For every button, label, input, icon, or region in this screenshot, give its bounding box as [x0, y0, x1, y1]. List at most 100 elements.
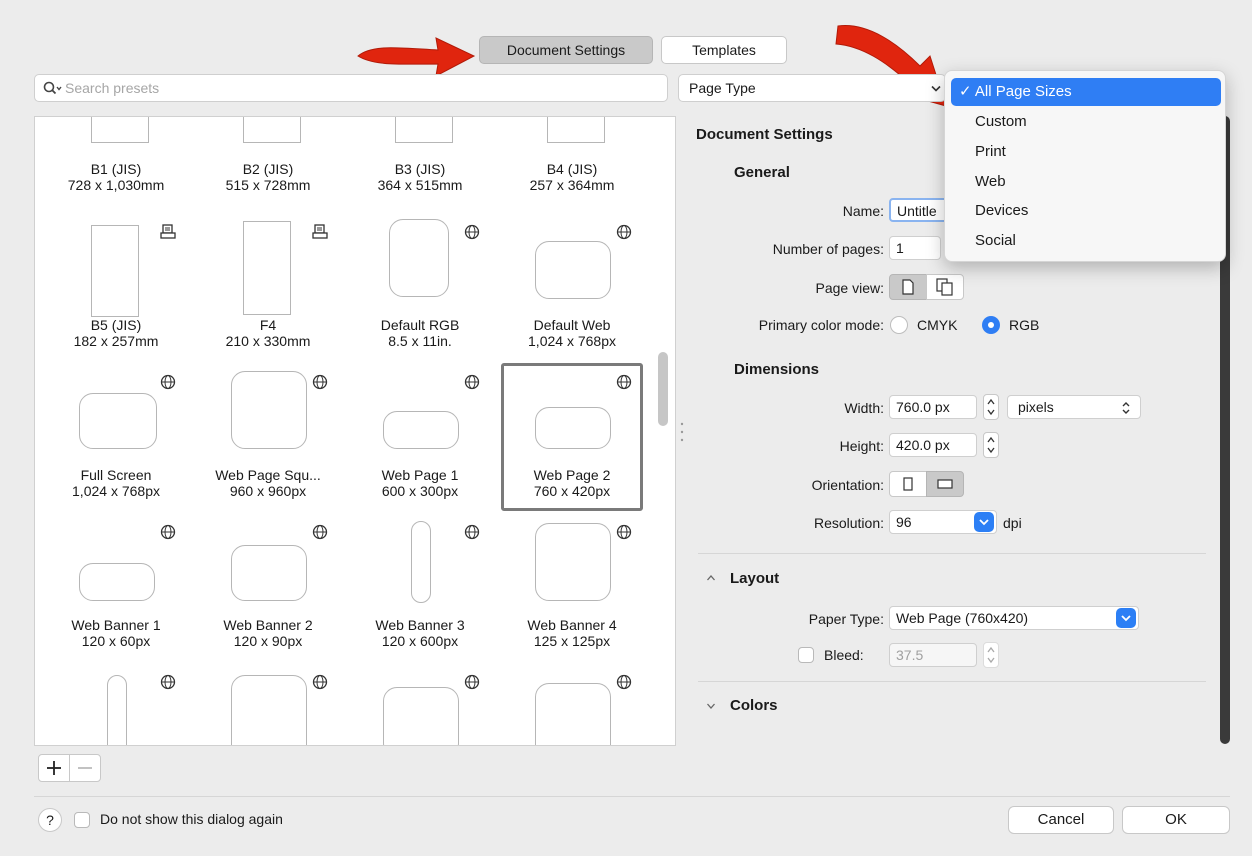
preset-name: Web Banner 3	[375, 617, 465, 633]
chevron-down-icon	[1121, 615, 1131, 622]
search-field[interactable]	[34, 74, 668, 102]
menu-item-web[interactable]: Web	[951, 168, 1221, 196]
orientation-label: Orientation:	[811, 477, 884, 493]
preset-thumbnail	[107, 675, 127, 745]
preset-item[interactable]: F4 210 x 330mm	[197, 213, 339, 361]
bleed-field[interactable]: 37.5	[889, 643, 977, 667]
stepper-arrows-icon	[987, 646, 995, 664]
name-field[interactable]: Untitle	[889, 198, 949, 222]
preset-item[interactable]: B4 (JIS) 257 x 364mm	[501, 157, 643, 197]
dont-show-checkbox[interactable]	[74, 812, 90, 828]
preset-name: Web Page 2	[533, 467, 611, 483]
menu-item-custom[interactable]: Custom	[951, 108, 1221, 136]
width-stepper[interactable]	[983, 394, 999, 420]
cmyk-radio[interactable]	[890, 316, 908, 334]
stepper-arrows-icon	[987, 436, 995, 454]
portrait-icon	[903, 477, 913, 491]
pages-label: Number of pages:	[772, 241, 884, 257]
rgb-label: RGB	[1009, 317, 1040, 333]
preset-item[interactable]: Full Screen 1,024 x 768px	[45, 363, 187, 511]
dont-show-label: Do not show this dialog again	[100, 811, 283, 827]
layout-heading[interactable]: Layout	[730, 570, 779, 587]
globe-icon	[464, 524, 480, 540]
page-view-label: Page view:	[815, 280, 884, 296]
preset-scrollbar[interactable]	[658, 352, 668, 426]
preset-item[interactable]	[197, 663, 339, 745]
cmyk-label: CMYK	[917, 317, 958, 333]
paper-type-dropdown-button[interactable]	[1116, 608, 1136, 628]
height-stepper[interactable]	[983, 432, 999, 458]
bleed-stepper[interactable]	[983, 642, 999, 668]
help-button[interactable]: ?	[38, 808, 62, 832]
globe-icon	[464, 374, 480, 390]
unit-select[interactable]: pixels	[1007, 395, 1141, 419]
preset-size: 1,024 x 768px	[72, 483, 160, 499]
preset-size: 125 x 125px	[533, 633, 611, 649]
orientation-portrait-button[interactable]	[889, 471, 927, 497]
preset-item[interactable]: Web Banner 4 125 x 125px	[501, 513, 643, 661]
globe-icon	[616, 674, 632, 690]
preset-item[interactable]: B2 (JIS) 515 x 728mm	[197, 157, 339, 197]
paper-type-select[interactable]: Web Page (760x420)	[889, 606, 1139, 630]
search-input[interactable]	[63, 78, 653, 98]
preset-item[interactable]: B3 (JIS) 364 x 515mm	[349, 157, 491, 197]
chevron-down-icon	[931, 85, 941, 92]
preset-item[interactable]: Default Web 1,024 x 768px	[501, 213, 643, 361]
printer-icon	[312, 224, 328, 239]
page-view-single-button[interactable]	[889, 274, 927, 300]
preset-item[interactable]: Web Page Squ... 960 x 960px	[197, 363, 339, 511]
preset-size: 728 x 1,030mm	[67, 177, 165, 193]
globe-icon	[616, 224, 632, 240]
ok-button[interactable]: OK	[1122, 806, 1230, 834]
add-preset-button[interactable]	[38, 754, 70, 782]
menu-item-all-page-sizes[interactable]: ✓ All Page Sizes	[951, 78, 1221, 106]
preset-item[interactable]: Web Banner 3 120 x 600px	[349, 513, 491, 661]
preset-thumbnail	[231, 371, 307, 449]
preset-item-selected[interactable]: Web Page 2 760 x 420px	[501, 363, 643, 511]
height-field[interactable]: 420.0 px	[889, 433, 977, 457]
preset-item[interactable]	[501, 663, 643, 745]
resolution-dropdown-button[interactable]	[974, 512, 994, 532]
colors-heading[interactable]: Colors	[730, 697, 778, 714]
preset-item[interactable]: B5 (JIS) 182 x 257mm	[45, 213, 187, 361]
paper-type-label: Paper Type:	[808, 611, 884, 627]
page-view-spread-button[interactable]	[926, 274, 964, 300]
stepper-arrows-icon	[987, 398, 995, 416]
preset-thumbnail	[547, 117, 605, 143]
menu-item-devices[interactable]: Devices	[951, 197, 1221, 225]
remove-preset-button[interactable]	[69, 754, 101, 782]
preset-size: 1,024 x 768px	[528, 333, 616, 349]
pages-field[interactable]: 1	[889, 236, 941, 260]
landscape-icon	[937, 479, 953, 489]
rgb-radio[interactable]	[982, 316, 1000, 334]
bleed-checkbox[interactable]	[798, 647, 814, 663]
splitter-grip[interactable]	[680, 420, 684, 444]
menu-item-print[interactable]: Print	[951, 138, 1221, 166]
preset-item[interactable]: Web Banner 1 120 x 60px	[45, 513, 187, 661]
unit-value: pixels	[1018, 399, 1054, 415]
preset-size: 120 x 600px	[381, 633, 459, 649]
preset-item[interactable]: Web Banner 2 120 x 90px	[197, 513, 339, 661]
tab-document-settings[interactable]: Document Settings	[479, 36, 653, 64]
preset-item[interactable]	[349, 663, 491, 745]
preset-item[interactable]: B1 (JIS) 728 x 1,030mm	[45, 157, 187, 197]
menu-item-social[interactable]: Social	[951, 227, 1221, 255]
cancel-button[interactable]: Cancel	[1008, 806, 1114, 834]
bleed-label: Bleed:	[824, 647, 864, 663]
checkmark-icon: ✓	[959, 83, 975, 100]
preset-size: 515 x 728mm	[225, 177, 311, 193]
width-field[interactable]: 760.0 px	[889, 395, 977, 419]
chevron-down-icon[interactable]	[706, 702, 716, 710]
globe-icon	[312, 674, 328, 690]
paper-type-value: Web Page (760x420)	[896, 610, 1029, 626]
preset-item[interactable]: Web Page 1 600 x 300px	[349, 363, 491, 511]
preset-size: 210 x 330mm	[225, 333, 311, 349]
search-icon	[43, 81, 62, 95]
preset-item[interactable]: Default RGB 8.5 x 11in.	[349, 213, 491, 361]
globe-icon	[312, 524, 328, 540]
preset-item[interactable]	[45, 663, 187, 745]
page-type-select[interactable]: Page Type	[678, 74, 946, 102]
chevron-up-icon[interactable]	[706, 574, 716, 582]
orientation-landscape-button[interactable]	[926, 471, 964, 497]
tab-templates[interactable]: Templates	[661, 36, 787, 64]
